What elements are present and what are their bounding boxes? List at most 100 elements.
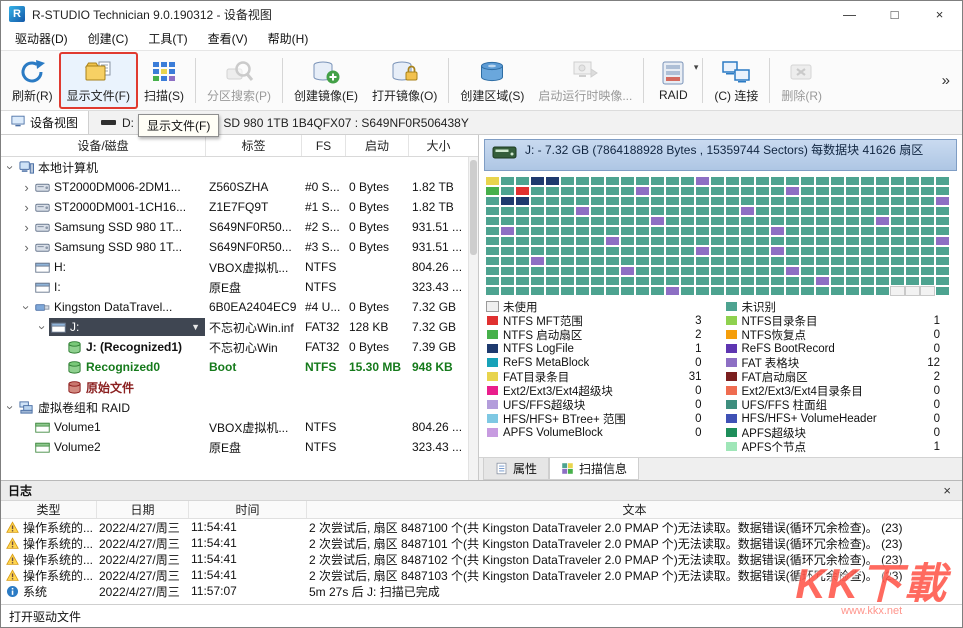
- scan-block[interactable]: [591, 237, 604, 245]
- scan-block[interactable]: [831, 217, 844, 225]
- scan-block[interactable]: [891, 277, 904, 285]
- tree-row[interactable]: ›Samsung SSD 980 1T...S649NF0R50...#2 S.…: [1, 217, 478, 237]
- scan-block[interactable]: [771, 207, 784, 215]
- scan-block[interactable]: [531, 287, 544, 295]
- scan-block[interactable]: [576, 277, 589, 285]
- scan-block[interactable]: [756, 207, 769, 215]
- scan-block[interactable]: [486, 267, 499, 275]
- tree-row[interactable]: ›H:VBOX虚拟机...NTFS804.26 ...: [1, 257, 478, 277]
- scan-block[interactable]: [861, 257, 874, 265]
- scan-block[interactable]: [666, 247, 679, 255]
- tree-row[interactable]: ›本地计算机: [1, 157, 478, 177]
- scan-block[interactable]: [936, 277, 949, 285]
- scan-block[interactable]: [516, 177, 529, 185]
- scan-block[interactable]: [786, 277, 799, 285]
- scan-block[interactable]: [741, 177, 754, 185]
- tab-scaninfo[interactable]: 扫描信息: [549, 458, 639, 480]
- menu-item[interactable]: 创建(C): [78, 27, 139, 50]
- scan-block[interactable]: [786, 207, 799, 215]
- scan-block[interactable]: [621, 287, 634, 295]
- scan-block[interactable]: [576, 237, 589, 245]
- tree-row[interactable]: ›Kingston DataTravel...6B0EA2404EC9#4 U.…: [1, 297, 478, 317]
- scan-block[interactable]: [831, 197, 844, 205]
- scan-block[interactable]: [906, 257, 919, 265]
- scan-block[interactable]: [741, 267, 754, 275]
- scan-block[interactable]: [711, 197, 724, 205]
- scan-block[interactable]: [876, 217, 889, 225]
- scan-block[interactable]: [801, 217, 814, 225]
- scan-block[interactable]: [786, 227, 799, 235]
- maximize-button[interactable]: □: [872, 1, 917, 27]
- scan-block[interactable]: [681, 217, 694, 225]
- scan-block[interactable]: [891, 177, 904, 185]
- tree-row[interactable]: ›原始文件: [1, 377, 478, 397]
- scan-block[interactable]: [801, 277, 814, 285]
- scan-block[interactable]: [591, 187, 604, 195]
- scan-block[interactable]: [756, 267, 769, 275]
- tree-scrollbar-thumb[interactable]: [470, 160, 477, 255]
- scan-block[interactable]: [651, 247, 664, 255]
- scan-block[interactable]: [636, 277, 649, 285]
- scan-block[interactable]: [756, 287, 769, 295]
- scan-block[interactable]: [696, 217, 709, 225]
- scan-block[interactable]: [756, 277, 769, 285]
- scan-block[interactable]: [711, 257, 724, 265]
- scan-block[interactable]: [486, 177, 499, 185]
- scan-block[interactable]: [561, 187, 574, 195]
- chevron-icon[interactable]: ›: [20, 201, 33, 214]
- scan-block[interactable]: [576, 187, 589, 195]
- scan-block[interactable]: [501, 237, 514, 245]
- scan-block[interactable]: [891, 227, 904, 235]
- scan-block[interactable]: [801, 227, 814, 235]
- scan-block[interactable]: [666, 277, 679, 285]
- scan-block[interactable]: [831, 267, 844, 275]
- scan-block[interactable]: [786, 217, 799, 225]
- scan-block[interactable]: [756, 247, 769, 255]
- scan-block[interactable]: [606, 187, 619, 195]
- scan-block[interactable]: [516, 227, 529, 235]
- scan-block[interactable]: [891, 197, 904, 205]
- scan-block[interactable]: [921, 287, 934, 295]
- scan-block[interactable]: [666, 207, 679, 215]
- scan-block[interactable]: [591, 257, 604, 265]
- scan-block[interactable]: [486, 287, 499, 295]
- scan-block[interactable]: [516, 197, 529, 205]
- tree-row[interactable]: ›ST2000DM006-2DM1...Z560SZHA#0 S...0 Byt…: [1, 177, 478, 197]
- scan-block[interactable]: [531, 187, 544, 195]
- scan-block[interactable]: [516, 277, 529, 285]
- scan-block[interactable]: [876, 177, 889, 185]
- scan-block[interactable]: [636, 227, 649, 235]
- tree-column-header[interactable]: 设备/磁盘: [1, 135, 206, 156]
- scan-block[interactable]: [861, 217, 874, 225]
- tree-row[interactable]: ›J: (Recognized1)不忘初心WinFAT320 Bytes7.39…: [1, 337, 478, 357]
- scan-block[interactable]: [906, 237, 919, 245]
- scan-block[interactable]: [711, 247, 724, 255]
- scan-block[interactable]: [726, 227, 739, 235]
- scan-block[interactable]: [906, 267, 919, 275]
- scan-block[interactable]: [816, 227, 829, 235]
- tree-row[interactable]: ›Volume1VBOX虚拟机...NTFS804.26 ...: [1, 417, 478, 437]
- scan-block[interactable]: [786, 257, 799, 265]
- toolbar-button-create-image[interactable]: 创建镜像(E): [287, 53, 365, 108]
- scan-block[interactable]: [786, 247, 799, 255]
- tab-device-view[interactable]: 设备视图: [1, 111, 89, 134]
- scan-block[interactable]: [636, 177, 649, 185]
- scan-block[interactable]: [621, 187, 634, 195]
- scan-block[interactable]: [726, 247, 739, 255]
- scan-block[interactable]: [936, 237, 949, 245]
- scan-block[interactable]: [831, 187, 844, 195]
- toolbar-button-open-image[interactable]: 打开镜像(O): [365, 53, 444, 108]
- scan-block[interactable]: [741, 257, 754, 265]
- scan-block[interactable]: [561, 177, 574, 185]
- scan-block[interactable]: [681, 277, 694, 285]
- scan-block[interactable]: [741, 237, 754, 245]
- scan-block[interactable]: [816, 197, 829, 205]
- scan-block[interactable]: [636, 207, 649, 215]
- scan-block[interactable]: [696, 267, 709, 275]
- scan-block[interactable]: [876, 187, 889, 195]
- scan-block[interactable]: [906, 217, 919, 225]
- scan-block[interactable]: [696, 227, 709, 235]
- scan-block[interactable]: [606, 177, 619, 185]
- scan-block[interactable]: [711, 187, 724, 195]
- scan-block[interactable]: [516, 247, 529, 255]
